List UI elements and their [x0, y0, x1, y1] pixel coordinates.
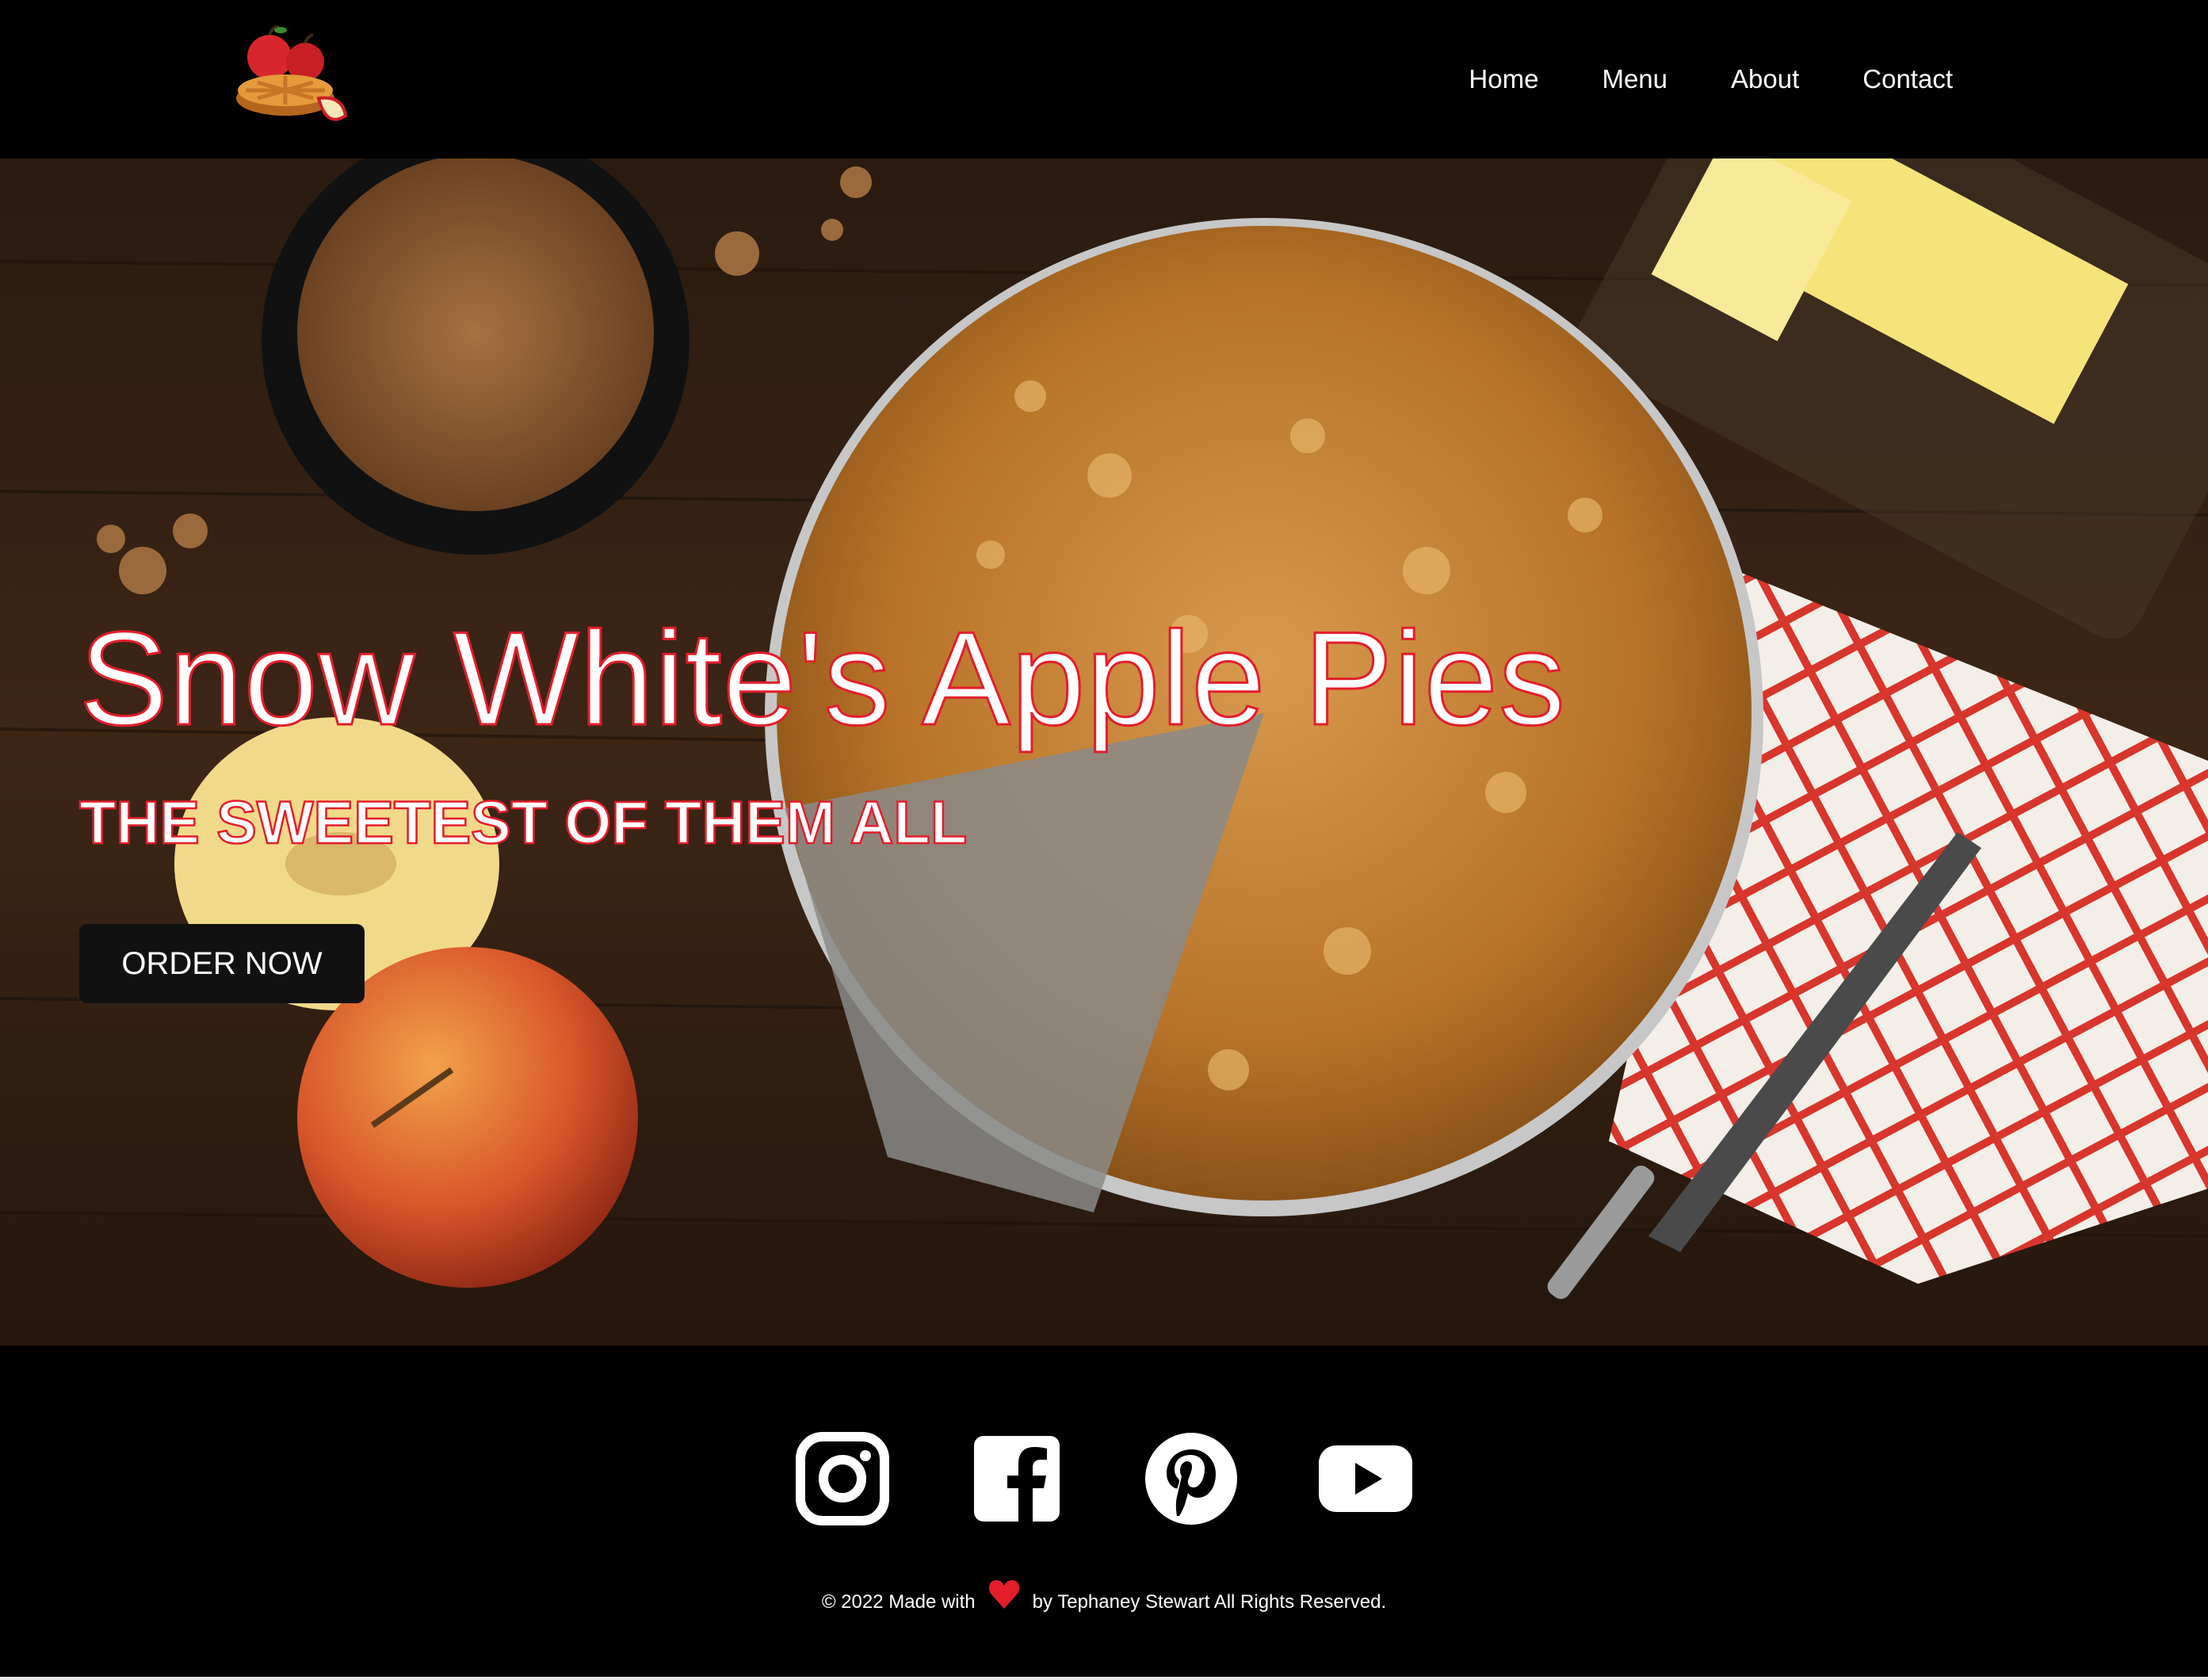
main-nav: Home Menu About Contact [1469, 0, 1953, 158]
pinterest-icon[interactable] [1142, 1429, 1241, 1528]
copyright-text: © 2022 Made with by Tephaney Stewart All… [0, 1580, 2208, 1613]
hero-subtitle: THE SWEETEST OF THEM ALL [78, 788, 968, 858]
social-links [0, 1429, 2208, 1528]
bottom-divider [0, 1677, 2208, 1680]
site-footer: © 2022 Made with by Tephaney Stewart All… [0, 1346, 2208, 1680]
hero-section: Snow White's Apple Pies THE SWEETEST OF … [0, 158, 2208, 1346]
nav-about[interactable]: About [1731, 64, 1799, 94]
youtube-icon[interactable] [1316, 1429, 1415, 1528]
heart-icon [988, 1580, 1019, 1609]
hero-title: Snow White's Apple Pies [78, 603, 1567, 754]
nav-contact[interactable]: Contact [1862, 64, 1953, 94]
copyright-suffix: by Tephaney Stewart All Rights Reserved. [1032, 1591, 1387, 1613]
order-now-button[interactable]: ORDER NOW [79, 924, 365, 1003]
instagram-icon[interactable] [793, 1429, 892, 1528]
nav-menu[interactable]: Menu [1602, 64, 1667, 94]
site-header: Home Menu About Contact [0, 0, 2208, 158]
nav-home[interactable]: Home [1469, 64, 1538, 94]
copyright-prefix: © 2022 Made with [821, 1591, 976, 1613]
apple-pie-logo[interactable] [230, 25, 349, 128]
facebook-icon[interactable] [968, 1429, 1067, 1528]
